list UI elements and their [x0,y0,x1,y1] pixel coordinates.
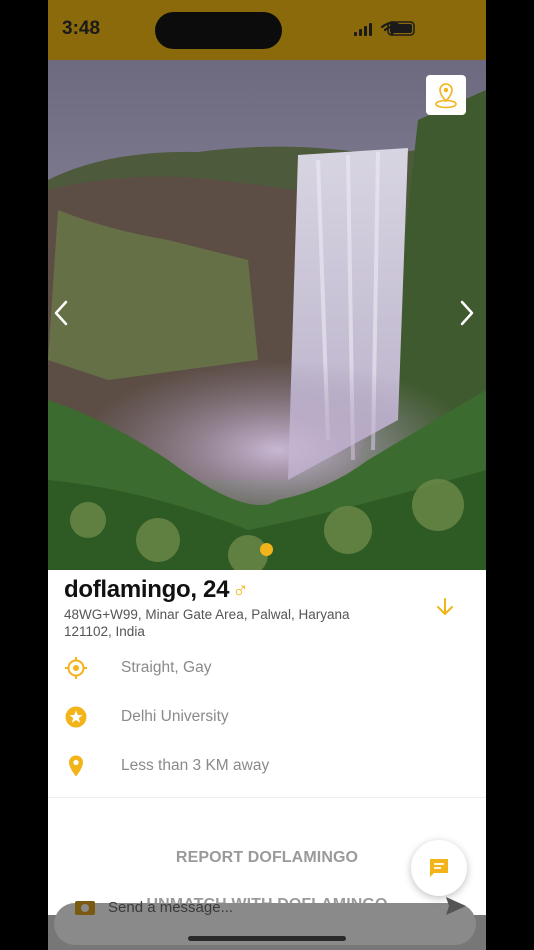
crosshair-icon [65,657,87,679]
previous-photo-chevron-icon[interactable] [50,298,74,328]
map-location-button[interactable] [426,75,466,115]
page-indicator-dot[interactable] [260,543,273,556]
chat-bubble-icon [430,859,448,877]
location-pin-icon [69,755,83,777]
male-icon: ♂ [232,577,249,602]
arrow-down-icon[interactable] [434,596,456,618]
star-badge-icon [65,706,87,728]
distance-text: Less than 3 KM away [121,757,270,774]
chat-button[interactable] [411,840,467,896]
profile-photo[interactable] [48,60,486,570]
status-icons [354,21,415,36]
next-photo-chevron-icon[interactable] [454,298,478,328]
cellular-signal-icon [354,23,372,36]
home-indicator [188,936,346,941]
orientation-row: Straight, Gay [64,653,464,683]
education-row: Delhi University [64,702,464,732]
message-composer: Send a message... [48,897,486,950]
dynamic-island [155,12,282,49]
distance-row: Less than 3 KM away [64,751,464,781]
divider [48,797,486,798]
profile-name-age: doflamingo, 24 ♂ [64,576,249,603]
education-text: Delhi University [121,708,229,725]
message-input[interactable]: Send a message... [108,899,233,916]
orientation-text: Straight, Gay [121,659,212,676]
send-icon[interactable] [444,895,468,917]
waterfall-image [48,60,486,570]
status-time: 3:48 [62,18,101,39]
location-person-icon [435,83,457,109]
camera-icon[interactable] [74,897,96,917]
profile-address: 48WG+W99, Minar Gate Area, Palwal, Harya… [64,607,350,639]
